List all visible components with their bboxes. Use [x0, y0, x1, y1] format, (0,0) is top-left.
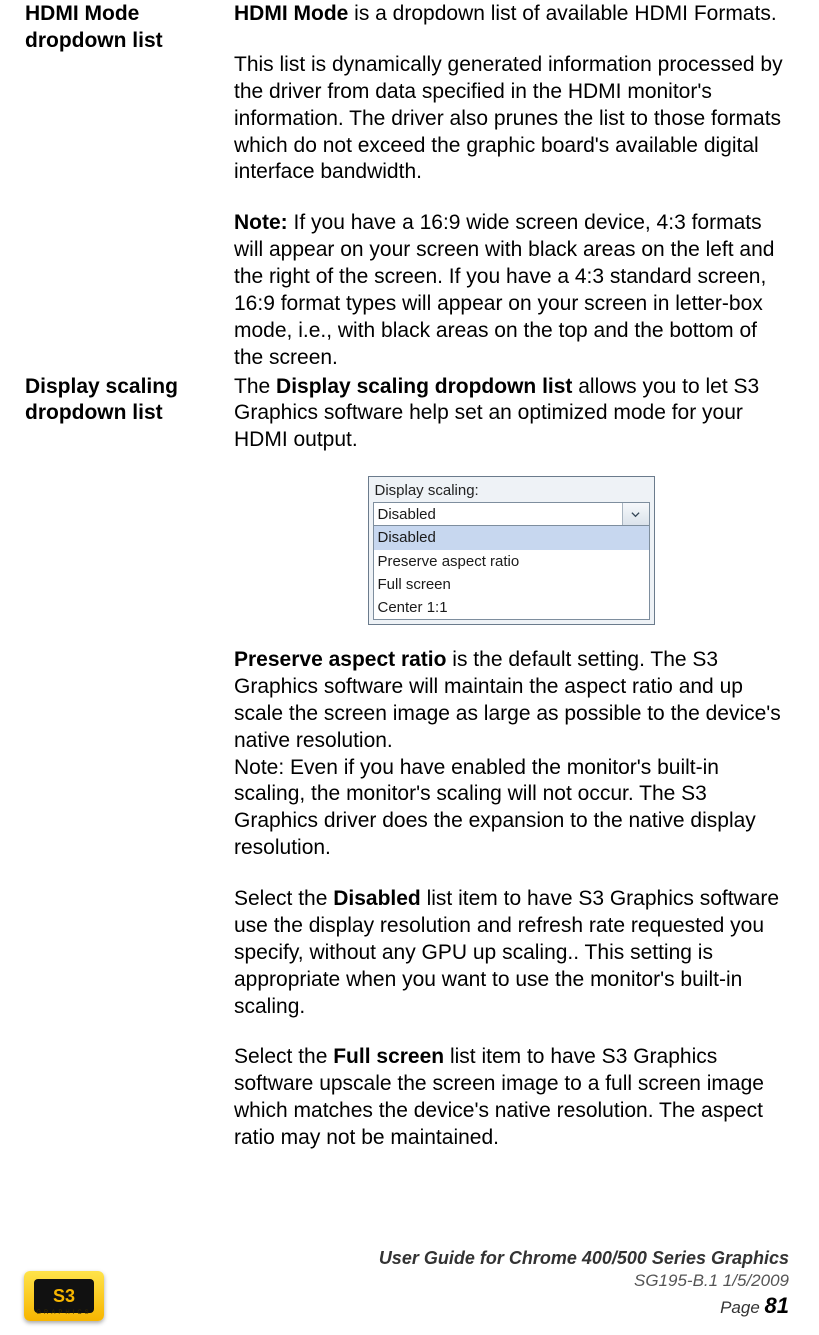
dropdown-caption: Display scaling:: [369, 477, 654, 502]
page-number: 81: [765, 1293, 789, 1318]
list-item[interactable]: Center 1:1: [374, 596, 649, 619]
text: If you have a 16:9 wide screen device, 4…: [234, 211, 774, 368]
footer-line-2: SG195-B.1 1/5/2009: [379, 1270, 789, 1292]
footer-text: User Guide for Chrome 400/500 Series Gra…: [379, 1247, 789, 1321]
page-content: HDMI Mode dropdown list HDMI Mode is a d…: [0, 0, 819, 1153]
term-label: HDMI Mode dropdown list: [24, 0, 233, 373]
paragraph: Preserve aspect ratio is the default set…: [234, 647, 788, 755]
bold-lead: Note:: [234, 211, 288, 234]
paragraph: The Display scaling dropdown list allows…: [234, 374, 788, 455]
text: is a dropdown list of available HDMI For…: [348, 2, 776, 25]
logo-glyph: S3: [53, 1286, 75, 1306]
bold-lead: Disabled: [333, 887, 421, 910]
text: Select the: [234, 887, 333, 910]
text: Select the: [234, 1045, 333, 1068]
paragraph: This list is dynamically generated infor…: [234, 52, 788, 186]
dropdown-listbox[interactable]: Disabled Preserve aspect ratio Full scre…: [373, 526, 650, 620]
chevron-down-icon[interactable]: [622, 503, 649, 525]
paragraph: Note: If you have a 16:9 wide screen dev…: [234, 210, 788, 371]
term-label: Display scaling dropdown list: [24, 373, 233, 1153]
paragraph: Select the Disabled list item to have S3…: [234, 886, 788, 1020]
definition-row: Display scaling dropdown list The Displa…: [24, 373, 789, 1153]
definition-table: HDMI Mode dropdown list HDMI Mode is a d…: [24, 0, 789, 1153]
bold-lead: Full screen: [333, 1045, 444, 1068]
paragraph: HDMI Mode is a dropdown list of availabl…: [234, 1, 788, 28]
page-footer: S3 GRAPHICS User Guide for Chrome 400/50…: [24, 1247, 789, 1321]
text: The: [234, 375, 276, 398]
list-item[interactable]: Preserve aspect ratio: [374, 550, 649, 573]
bold-lead: Display scaling dropdown list: [276, 375, 572, 398]
term-body: HDMI Mode is a dropdown list of availabl…: [233, 0, 789, 373]
definition-row: HDMI Mode dropdown list HDMI Mode is a d…: [24, 0, 789, 373]
logo-subtext: GRAPHICS: [36, 1310, 91, 1318]
dropdown-combobox[interactable]: Disabled: [373, 502, 650, 526]
paragraph: Note: Even if you have enabled the monit…: [234, 755, 788, 863]
logo-text: S3: [34, 1279, 94, 1313]
dropdown-figure: Display scaling: Disabled Disabled Prese…: [368, 476, 655, 625]
term-body: The Display scaling dropdown list allows…: [233, 373, 789, 1153]
footer-line-1: User Guide for Chrome 400/500 Series Gra…: [379, 1247, 789, 1270]
page-label: Page: [720, 1298, 764, 1317]
list-item[interactable]: Full screen: [374, 573, 649, 596]
paragraph: Select the Full screen list item to have…: [234, 1044, 788, 1152]
bold-lead: Preserve aspect ratio: [234, 648, 446, 671]
dropdown-selected: Disabled: [374, 505, 440, 524]
s3-logo: S3 GRAPHICS: [24, 1271, 104, 1321]
footer-page: Page 81: [379, 1292, 789, 1321]
list-item[interactable]: Disabled: [374, 526, 649, 549]
bold-lead: HDMI Mode: [234, 2, 348, 25]
